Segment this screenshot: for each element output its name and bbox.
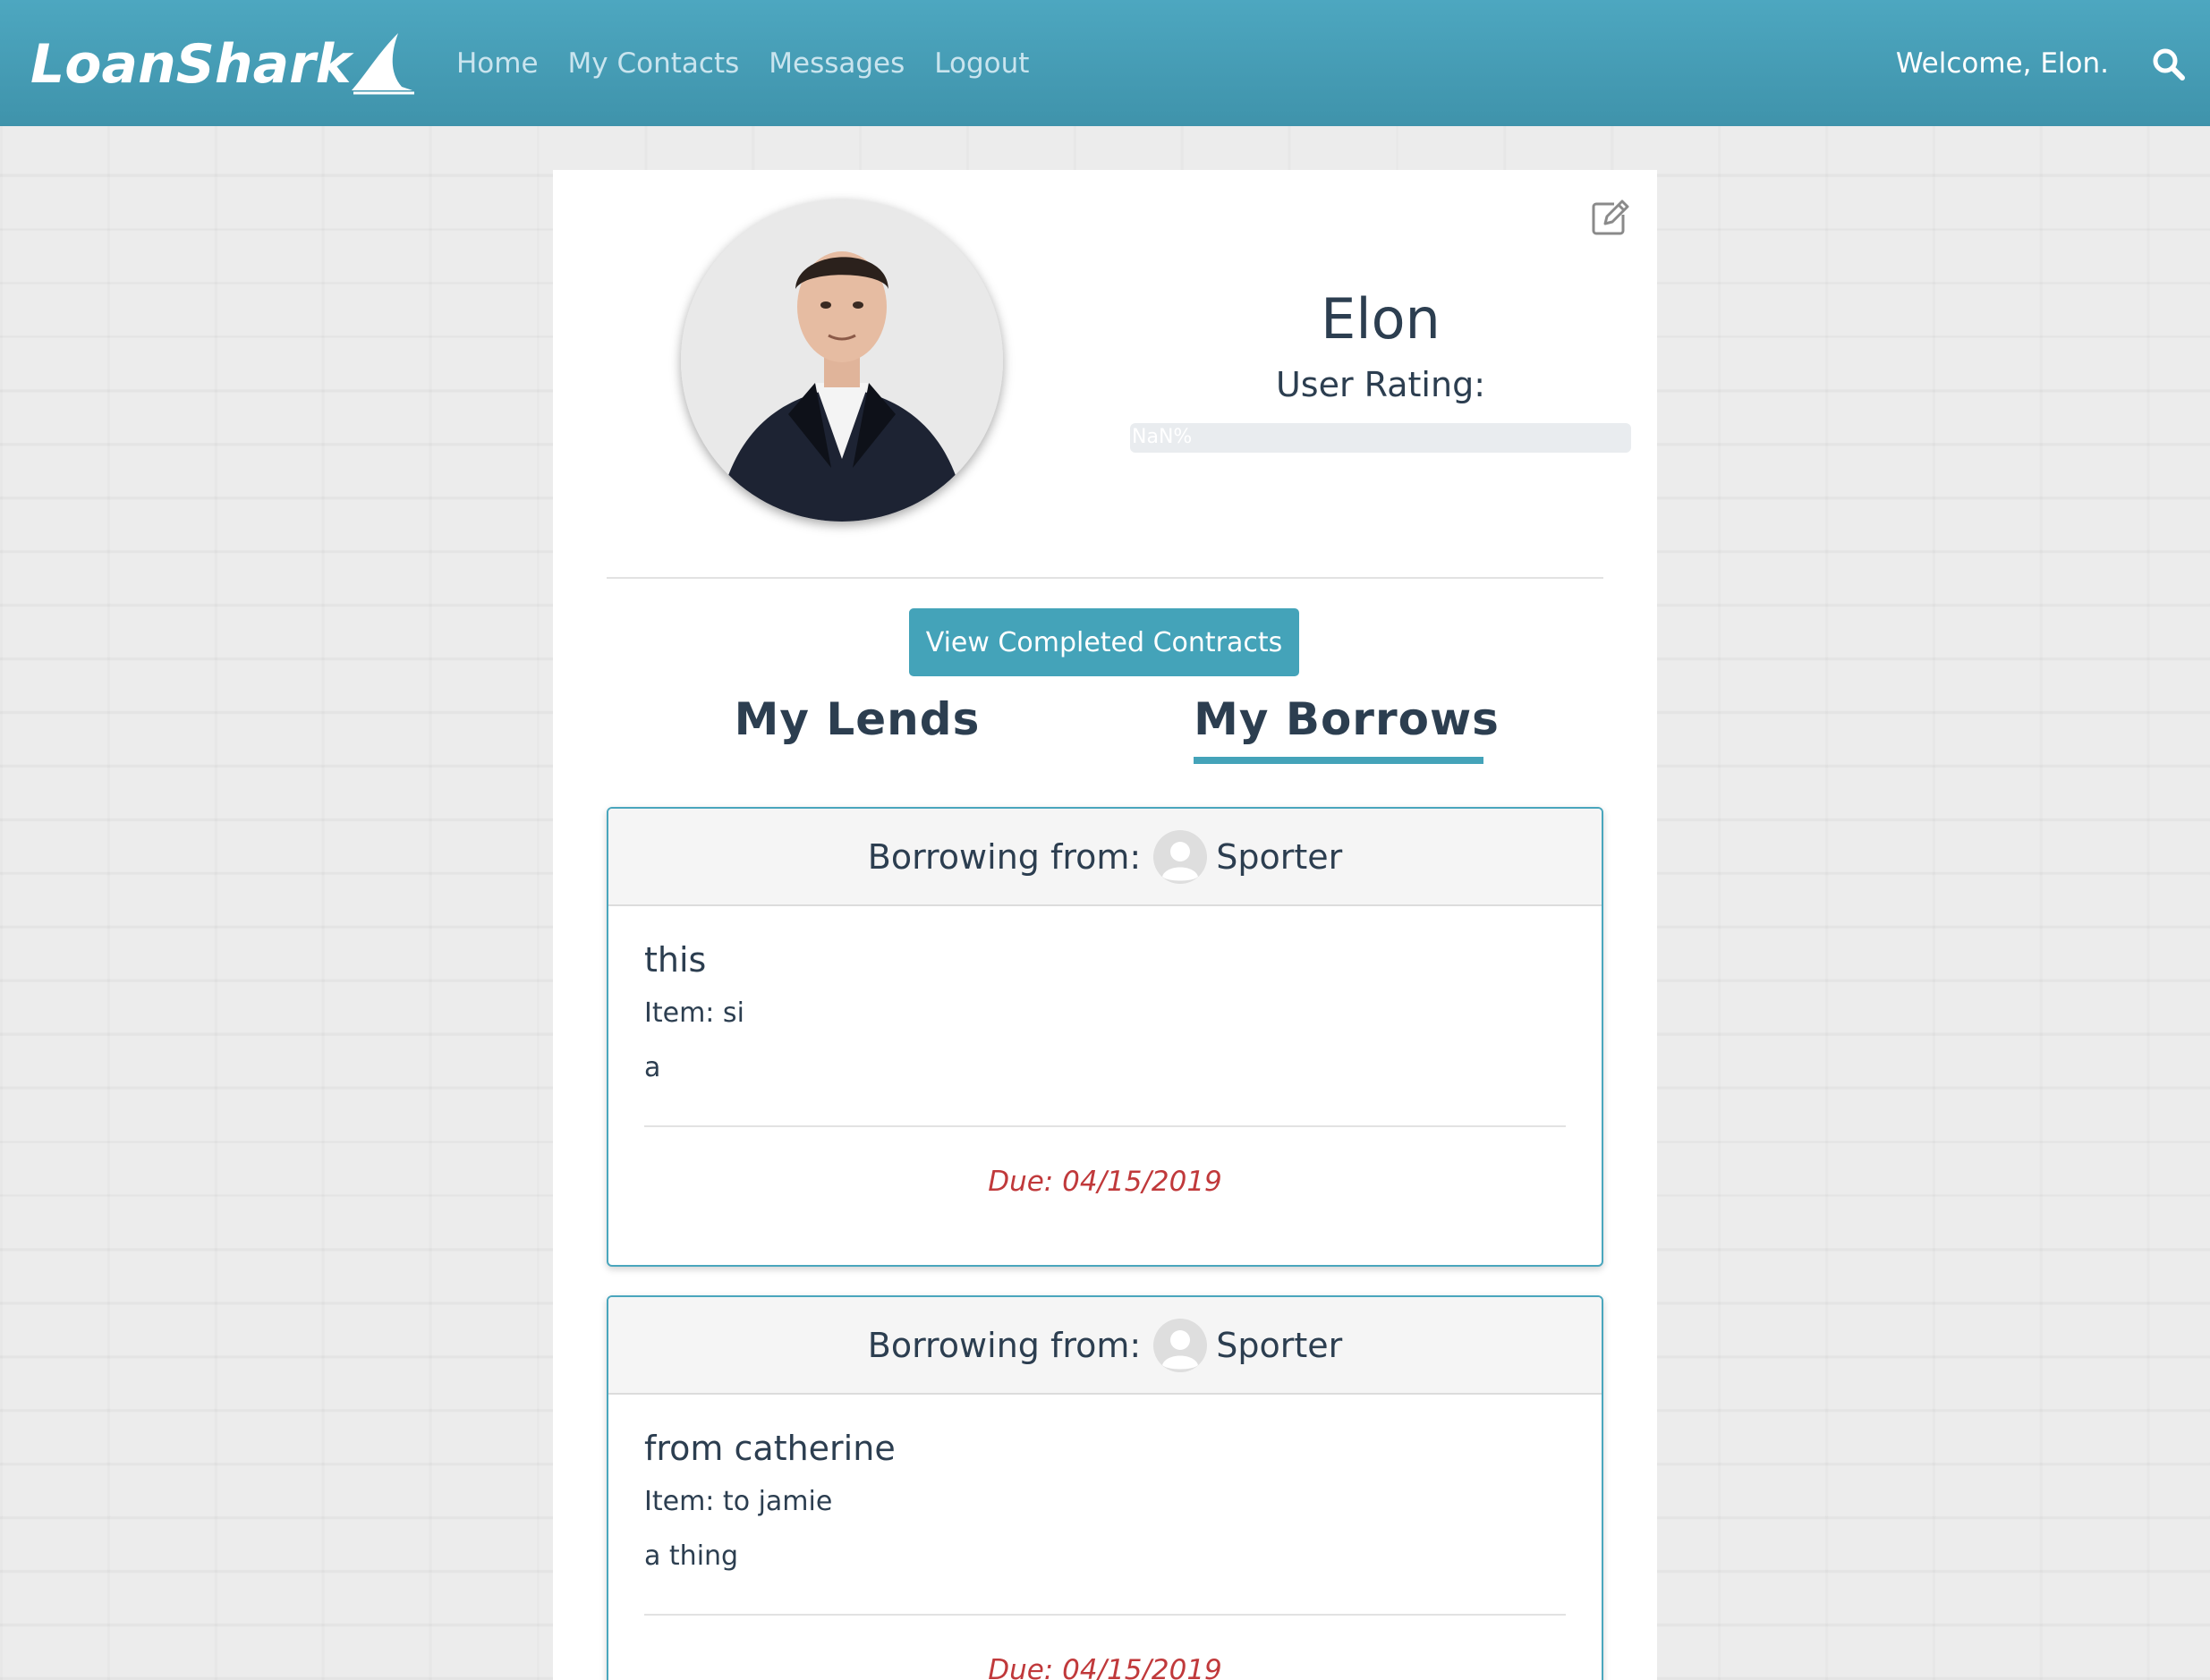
- profile-card: Elon User Rating: NaN% View Completed Co…: [553, 170, 1657, 1680]
- contract-title: from catherine: [644, 1429, 896, 1468]
- user-placeholder-icon: [1153, 829, 1208, 884]
- nav-link-my-contacts[interactable]: My Contacts: [568, 47, 740, 80]
- contract-divider: [644, 1614, 1566, 1616]
- search-icon: [2153, 48, 2185, 81]
- brand-logo[interactable]: LoanShark: [30, 29, 416, 100]
- contract-card: Borrowing from: Sporter this Item: si a …: [607, 807, 1603, 1267]
- profile-name: Elon: [1321, 286, 1441, 352]
- contract-divider: [644, 1125, 1566, 1127]
- welcome-text: Welcome, Elon.: [1895, 47, 2109, 80]
- lender-name[interactable]: Sporter: [1216, 1326, 1342, 1365]
- nav-links: Home My Contacts Messages Logout: [456, 0, 1058, 126]
- navbar: LoanShark Home My Contacts Messages Logo…: [0, 0, 2210, 126]
- shark-fin-icon: [351, 33, 414, 95]
- nav-link-messages[interactable]: Messages: [769, 47, 905, 80]
- contract-header: Borrowing from: Sporter: [608, 809, 1602, 906]
- contract-header: Borrowing from: Sporter: [608, 1297, 1602, 1395]
- contract-item: Item: si: [644, 997, 744, 1029]
- contract-due-date: Due: 04/15/2019: [988, 1166, 1222, 1198]
- nav-link-logout[interactable]: Logout: [934, 47, 1029, 80]
- lender-avatar[interactable]: [1153, 829, 1208, 884]
- user-placeholder-icon: [1153, 1318, 1208, 1372]
- contract-card: Borrowing from: Sporter from catherine I…: [607, 1295, 1603, 1680]
- contract-description: a: [644, 1052, 661, 1083]
- rating-value: NaN%: [1132, 426, 1193, 448]
- view-completed-contracts-button[interactable]: View Completed Contracts: [909, 608, 1299, 676]
- brand-name: LoanShark: [30, 33, 352, 96]
- rating-progress-bar: NaN%: [1130, 423, 1631, 453]
- rating-label: User Rating:: [1275, 365, 1485, 404]
- tab-my-lends[interactable]: My Lends: [723, 693, 991, 745]
- lender-avatar[interactable]: [1153, 1318, 1208, 1372]
- section-divider: [607, 577, 1603, 579]
- tab-my-borrows[interactable]: My Borrows: [1190, 693, 1503, 745]
- contract-due-date: Due: 04/15/2019: [988, 1654, 1222, 1680]
- contract-header-label: Borrowing from:: [867, 1325, 1142, 1365]
- active-tab-indicator: [1194, 757, 1483, 764]
- contract-title: this: [644, 940, 707, 980]
- contract-item: Item: to jamie: [644, 1486, 833, 1517]
- contract-body: this Item: si a Due: 04/15/2019: [608, 906, 1602, 1265]
- search-button[interactable]: [2151, 47, 2187, 82]
- lender-name[interactable]: Sporter: [1216, 837, 1342, 877]
- contract-description: a thing: [644, 1540, 739, 1572]
- contract-header-label: Borrowing from:: [867, 836, 1142, 877]
- contract-body: from catherine Item: to jamie a thing Du…: [608, 1395, 1602, 1680]
- profile-avatar: [681, 199, 1003, 522]
- profile-photo: [681, 199, 1003, 522]
- nav-link-home[interactable]: Home: [456, 47, 539, 80]
- edit-icon[interactable]: [1587, 197, 1630, 240]
